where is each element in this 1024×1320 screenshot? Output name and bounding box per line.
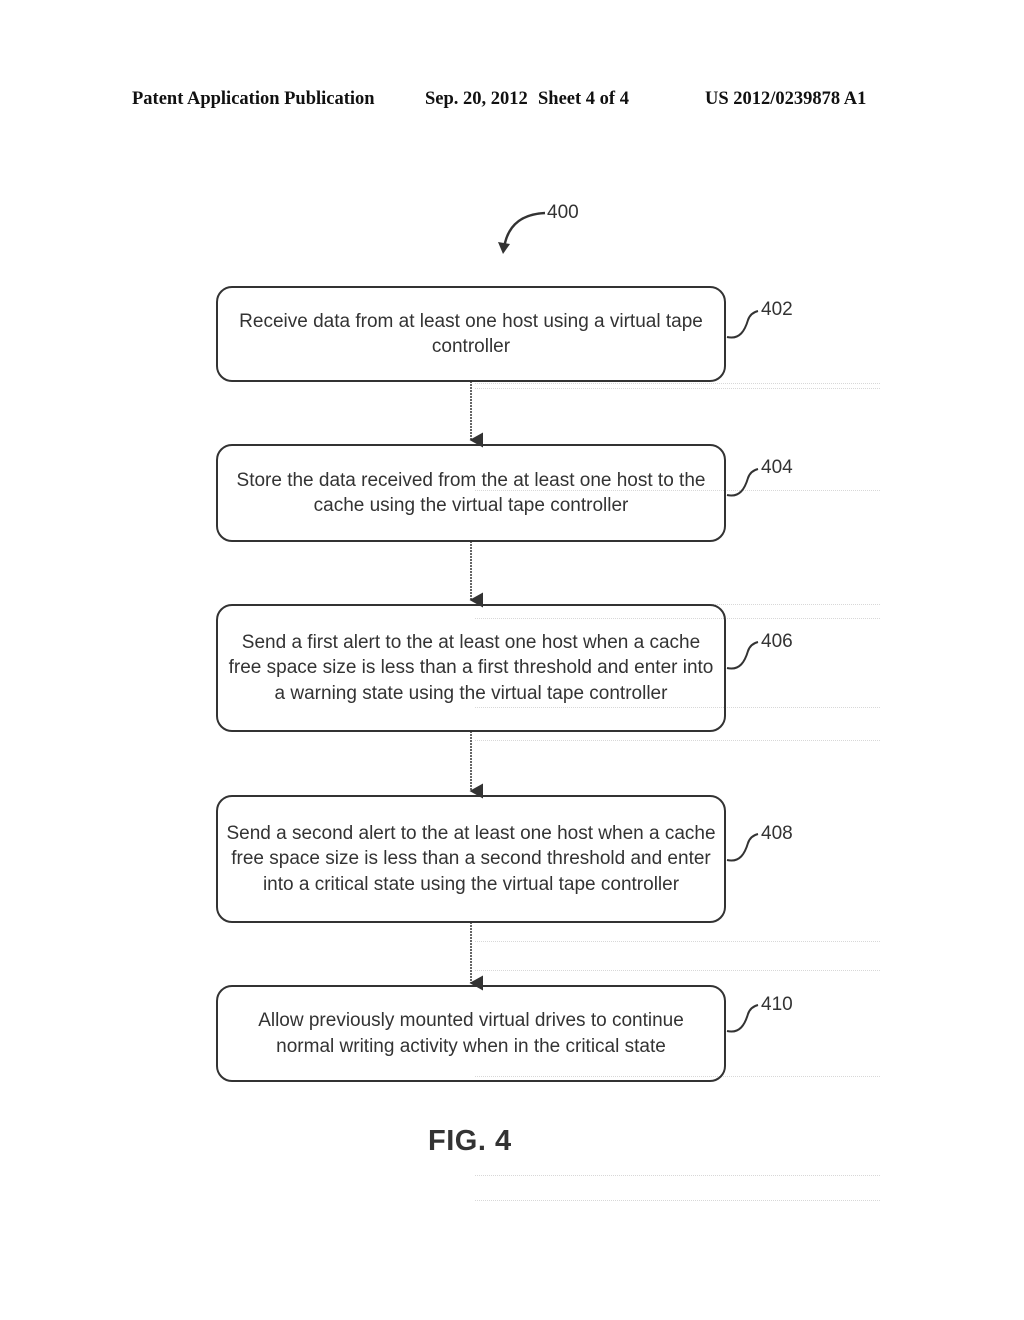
step-ref-406: 406	[761, 631, 793, 652]
leader-line-410	[726, 1004, 759, 1033]
step-box-404: Store the data received from the at leas…	[216, 444, 726, 542]
figure-ref-arrowhead	[498, 242, 510, 254]
step-box-402: Receive data from at least one host usin…	[216, 286, 726, 382]
step-ref-402: 402	[761, 299, 793, 320]
step-text: Receive data from at least one host usin…	[239, 310, 703, 358]
step-text: Send a second alert to the at least one …	[226, 822, 716, 895]
figure-caption: FIG. 4	[428, 1125, 512, 1157]
step-text: Send a first alert to the at least one h…	[228, 631, 714, 704]
leader-line-404	[726, 468, 759, 497]
leader-line-406	[726, 641, 759, 670]
step-ref-408: 408	[761, 823, 793, 844]
step-box-408: Send a second alert to the at least one …	[216, 795, 726, 923]
step-text: Store the data received from the at leas…	[236, 469, 706, 517]
step-box-410: Allow previously mounted virtual drives …	[216, 985, 726, 1082]
step-text: Allow previously mounted virtual drives …	[258, 1010, 684, 1057]
figure-ref-arrow	[502, 211, 546, 249]
step-box-406: Send a first alert to the at least one h…	[216, 604, 726, 732]
figure-ref-number: 400	[547, 202, 579, 223]
step-ref-410: 410	[761, 994, 793, 1015]
step-ref-404: 404	[761, 457, 793, 478]
leader-line-402	[726, 310, 759, 339]
leader-line-408	[726, 833, 759, 862]
